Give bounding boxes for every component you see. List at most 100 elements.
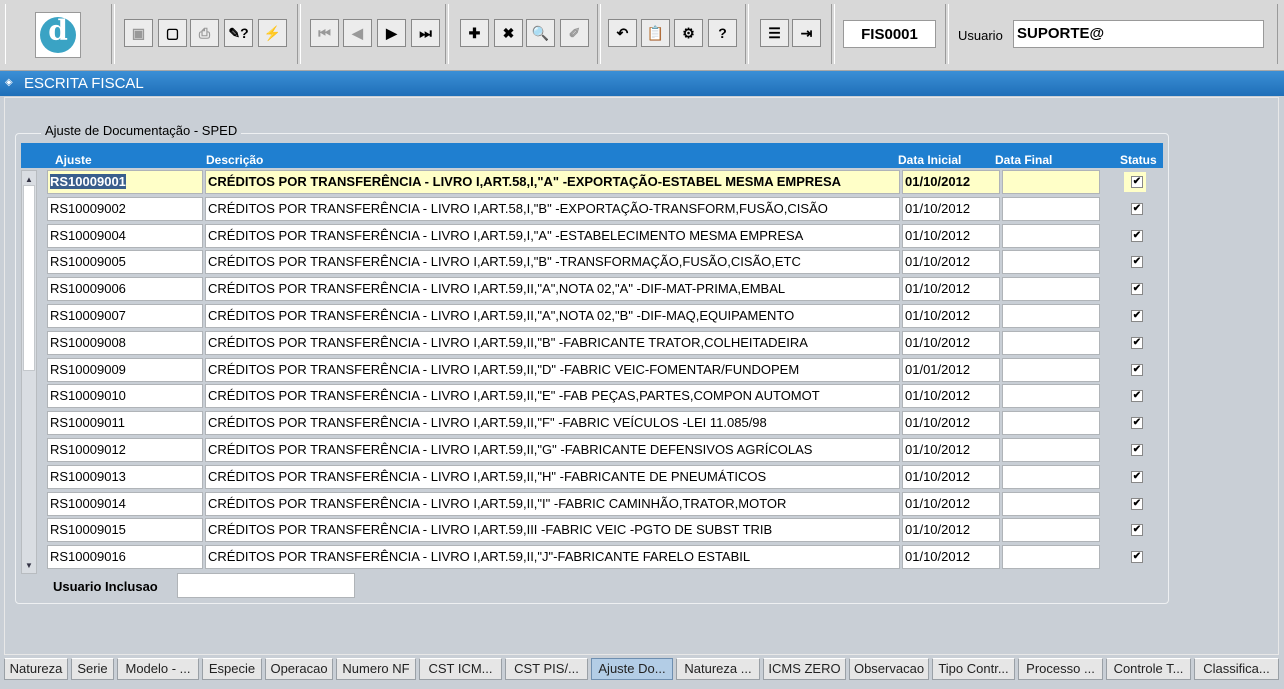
data-inicial-cell[interactable]: 01/10/2012 <box>902 170 1000 194</box>
data-inicial-cell[interactable]: 01/10/2012 <box>902 384 1000 409</box>
data-final-cell[interactable] <box>1002 411 1100 436</box>
edit-icon[interactable]: ✐ <box>560 19 589 47</box>
first-record-icon[interactable]: ⏮ <box>310 19 339 47</box>
tab-item[interactable]: Natureza <box>4 658 68 680</box>
descricao-cell[interactable]: CRÉDITOS POR TRANSFERÊNCIA - LIVRO I,ART… <box>205 438 900 462</box>
data-final-cell[interactable] <box>1002 464 1100 489</box>
next-record-icon[interactable]: ▶ <box>377 19 406 47</box>
scroll-thumb[interactable] <box>23 185 35 371</box>
data-inicial-cell[interactable]: 01/10/2012 <box>902 464 1000 489</box>
status-checkbox[interactable]: ✔ <box>1131 176 1143 188</box>
data-final-cell[interactable] <box>1002 170 1100 194</box>
tab-item[interactable]: Especie <box>202 658 262 680</box>
ajuste-cell[interactable]: RS10009001 <box>47 170 203 194</box>
status-checkbox[interactable]: ✔ <box>1131 229 1143 242</box>
tab-item[interactable]: CST PIS/... <box>505 658 588 680</box>
data-final-cell[interactable] <box>1002 491 1100 516</box>
status-checkbox[interactable]: ✔ <box>1131 283 1143 296</box>
ajuste-cell[interactable]: RS10009005 <box>47 250 203 275</box>
tab-item[interactable]: Numero NF <box>336 658 416 680</box>
undo-icon[interactable]: ↶ <box>608 19 637 47</box>
exit-icon[interactable]: ⇥ <box>792 19 821 47</box>
settings-icon[interactable]: ⚙ <box>674 19 703 47</box>
data-inicial-cell[interactable]: 01/01/2012 <box>902 357 1000 382</box>
data-inicial-cell[interactable]: 01/10/2012 <box>902 411 1000 436</box>
ajuste-cell[interactable]: RS10009014 <box>47 491 203 516</box>
tab-item[interactable]: Tipo Contr... <box>932 658 1015 680</box>
data-inicial-cell[interactable]: 01/10/2012 <box>902 223 1000 248</box>
descricao-cell[interactable]: CRÉDITOS POR TRANSFERÊNCIA - LIVRO I,ART… <box>205 357 900 382</box>
usuario-inclusao-field[interactable] <box>177 573 355 598</box>
data-final-cell[interactable] <box>1002 357 1100 382</box>
data-final-cell[interactable] <box>1002 518 1100 543</box>
ajuste-cell[interactable]: RS10009015 <box>47 518 203 543</box>
descricao-cell[interactable]: CRÉDITOS POR TRANSFERÊNCIA - LIVRO I,ART… <box>205 170 900 194</box>
tab-item[interactable]: Operacao <box>265 658 333 680</box>
status-checkbox[interactable]: ✔ <box>1131 524 1143 537</box>
scroll-down-icon[interactable]: ▼ <box>22 557 36 573</box>
status-checkbox[interactable]: ✔ <box>1131 497 1143 510</box>
last-record-icon[interactable]: ⏭ <box>411 19 440 47</box>
ajuste-cell[interactable]: RS10009006 <box>47 277 203 302</box>
descricao-cell[interactable]: CRÉDITOS POR TRANSFERÊNCIA - LIVRO I,ART… <box>205 411 900 436</box>
tab-item[interactable]: Controle T... <box>1106 658 1191 680</box>
descricao-cell[interactable]: CRÉDITOS POR TRANSFERÊNCIA - LIVRO I,ART… <box>205 384 900 409</box>
status-checkbox[interactable]: ✔ <box>1131 336 1143 349</box>
data-inicial-cell[interactable]: 01/10/2012 <box>902 491 1000 516</box>
descricao-cell[interactable]: CRÉDITOS POR TRANSFERÊNCIA - LIVRO I,ART… <box>205 277 900 302</box>
data-final-cell[interactable] <box>1002 545 1100 570</box>
status-checkbox[interactable]: ✔ <box>1131 202 1143 215</box>
status-checkbox[interactable]: ✔ <box>1131 551 1143 564</box>
status-checkbox[interactable]: ✔ <box>1131 363 1143 376</box>
clipboard-icon[interactable]: 📋 <box>641 19 670 47</box>
data-final-cell[interactable] <box>1002 330 1100 355</box>
descricao-cell[interactable]: CRÉDITOS POR TRANSFERÊNCIA - LIVRO I,ART… <box>205 223 900 248</box>
data-inicial-cell[interactable]: 01/10/2012 <box>902 277 1000 302</box>
tab-item[interactable]: ICMS ZERO <box>763 658 846 680</box>
vertical-scrollbar[interactable]: ▲ ▼ <box>21 170 37 574</box>
query-icon[interactable]: ✎? <box>224 19 253 47</box>
tab-item[interactable]: Modelo - ... <box>117 658 199 680</box>
ajuste-cell[interactable]: RS10009010 <box>47 384 203 409</box>
save-icon[interactable]: ▣ <box>124 19 153 47</box>
tab-item[interactable]: Ajuste Do... <box>591 658 673 680</box>
ajuste-cell[interactable]: RS10009011 <box>47 411 203 436</box>
window-menu-icon[interactable]: ◈ <box>5 77 13 88</box>
status-checkbox[interactable]: ✔ <box>1131 470 1143 483</box>
screen-icon[interactable]: ▢ <box>158 19 187 47</box>
data-inicial-cell[interactable]: 01/10/2012 <box>902 545 1000 570</box>
data-final-cell[interactable] <box>1002 438 1100 462</box>
tab-item[interactable]: Classifica... <box>1194 658 1279 680</box>
menu-icon[interactable]: ☰ <box>760 19 789 47</box>
ajuste-cell[interactable]: RS10009013 <box>47 464 203 489</box>
ajuste-cell[interactable]: RS10009002 <box>47 196 203 221</box>
data-final-cell[interactable] <box>1002 304 1100 328</box>
ajuste-cell[interactable]: RS10009004 <box>47 223 203 248</box>
tab-item[interactable]: CST ICM... <box>419 658 502 680</box>
ajuste-cell[interactable]: RS10009009 <box>47 357 203 382</box>
tab-item[interactable]: Natureza ... <box>676 658 760 680</box>
tab-item[interactable]: Serie <box>71 658 114 680</box>
tab-item[interactable]: Processo ... <box>1018 658 1103 680</box>
tab-item[interactable]: Observacao <box>849 658 929 680</box>
print-icon[interactable]: ⎙ <box>190 19 219 47</box>
data-final-cell[interactable] <box>1002 384 1100 409</box>
data-final-cell[interactable] <box>1002 250 1100 275</box>
descricao-cell[interactable]: CRÉDITOS POR TRANSFERÊNCIA - LIVRO I,ART… <box>205 491 900 516</box>
ajuste-cell[interactable]: RS10009007 <box>47 304 203 328</box>
status-checkbox[interactable]: ✔ <box>1131 390 1143 403</box>
data-final-cell[interactable] <box>1002 196 1100 221</box>
user-field[interactable]: SUPORTE@ <box>1013 20 1264 48</box>
help-icon[interactable]: ? <box>708 19 737 47</box>
data-final-cell[interactable] <box>1002 277 1100 302</box>
descricao-cell[interactable]: CRÉDITOS POR TRANSFERÊNCIA - LIVRO I,ART… <box>205 330 900 355</box>
data-inicial-cell[interactable]: 01/10/2012 <box>902 250 1000 275</box>
descricao-cell[interactable]: CRÉDITOS POR TRANSFERÊNCIA - LIVRO I,ART… <box>205 464 900 489</box>
data-inicial-cell[interactable]: 01/10/2012 <box>902 330 1000 355</box>
previous-record-icon[interactable]: ◀ <box>343 19 372 47</box>
descricao-cell[interactable]: CRÉDITOS POR TRANSFERÊNCIA - LIVRO I,ART… <box>205 545 900 570</box>
data-inicial-cell[interactable]: 01/10/2012 <box>902 518 1000 543</box>
status-checkbox[interactable]: ✔ <box>1131 417 1143 430</box>
data-inicial-cell[interactable]: 01/10/2012 <box>902 196 1000 221</box>
descricao-cell[interactable]: CRÉDITOS POR TRANSFERÊNCIA - LIVRO I,ART… <box>205 304 900 328</box>
